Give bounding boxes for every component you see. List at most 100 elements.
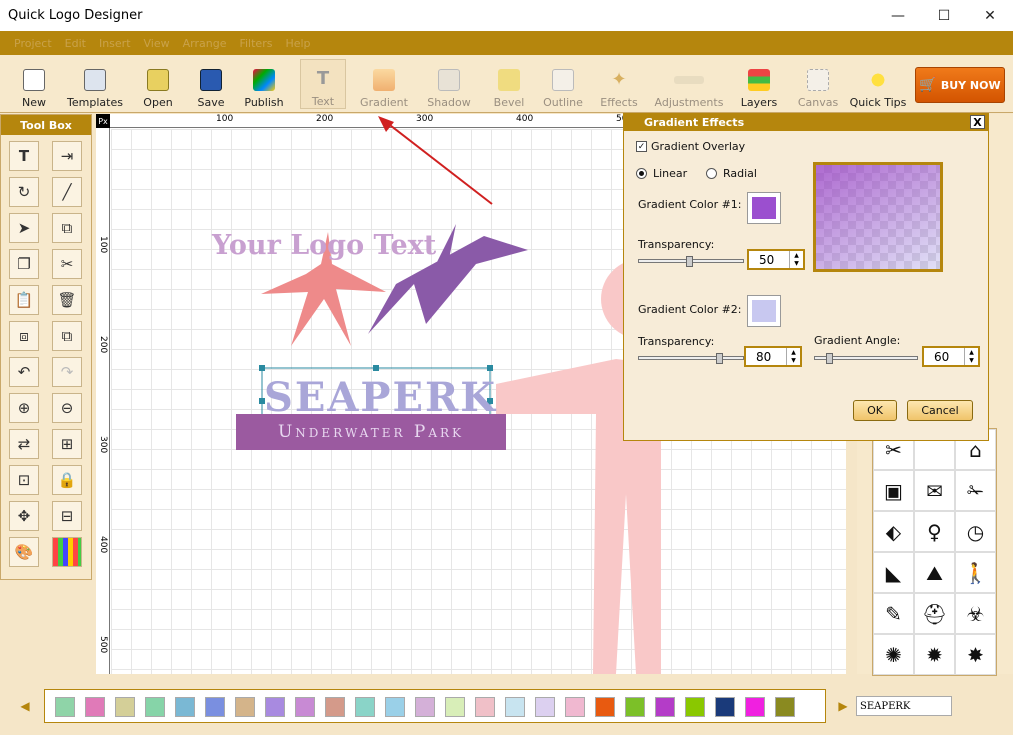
transparency1-input[interactable]: 50 ▲▼ [747,249,805,270]
slider-thumb[interactable] [826,353,833,364]
pencil-icon[interactable]: ✎ [873,593,914,634]
color-swatch[interactable] [415,697,435,717]
color-swatch[interactable] [475,697,495,717]
palette-prev-icon[interactable]: ◀ [18,698,32,714]
menu-help[interactable]: Help [285,37,310,50]
color-swatch[interactable] [295,697,315,717]
color-swatch[interactable] [715,697,735,717]
gradient-overlay-checkbox[interactable]: ✓ [636,141,647,152]
radial-option[interactable]: Radial [706,167,757,180]
menu-filters[interactable]: Filters [239,37,272,50]
bevel-button[interactable]: Bevel [490,59,528,109]
gradient-button[interactable]: Gradient [358,59,410,109]
effects-button[interactable]: ✦ Effects [598,59,640,109]
import-tool-icon[interactable]: ⇥ [52,141,82,171]
color-swatch[interactable] [595,697,615,717]
flip-tool-icon[interactable]: ⇄ [9,429,39,459]
starburst-icon[interactable]: ✹ [914,634,955,675]
tools-icon[interactable]: ✁ [955,470,996,511]
transparency2-slider[interactable] [638,351,744,365]
spin-down-icon[interactable]: ▼ [791,357,796,364]
angle-input[interactable]: 60 ▲▼ [922,346,980,367]
paint-tool-icon[interactable]: 🎨 [9,537,39,567]
linear-radio[interactable] [636,168,647,179]
color-swatch[interactable] [745,697,765,717]
spin-down-icon[interactable]: ▼ [969,357,974,364]
color1-swatch[interactable] [747,192,781,224]
transform-tool-icon[interactable]: ✥ [9,501,39,531]
walking-man-icon[interactable]: 🚶 [955,552,996,593]
save-button[interactable]: Save [195,59,227,109]
color-swatch[interactable] [55,697,75,717]
main-text[interactable]: SEAPERK [264,378,497,418]
close-button[interactable]: ✕ [967,0,1013,31]
arrange-tool-icon[interactable]: ⧉ [52,213,82,243]
spin-up-icon[interactable]: ▲ [791,349,796,356]
color-swatch[interactable] [85,697,105,717]
color-swatch[interactable] [505,697,525,717]
radial-radio[interactable] [706,168,717,179]
color-swatch[interactable] [175,697,195,717]
zoom-out-tool-icon[interactable]: ⊖ [52,393,82,423]
color-swatch[interactable] [325,697,345,717]
cancel-button[interactable]: Cancel [907,400,973,421]
lock-tool-icon[interactable]: 🔒 [52,465,82,495]
slider-thumb[interactable] [716,353,723,364]
quick-tips-button[interactable]: Quick Tips [848,59,908,109]
undo-tool-icon[interactable]: ↶ [9,357,39,387]
align-tool-icon[interactable]: ⊞ [52,429,82,459]
layers-button[interactable]: Layers [740,59,778,109]
text-tool-icon[interactable]: T [9,141,39,171]
menu-edit[interactable]: Edit [65,37,86,50]
bring-front-tool-icon[interactable]: ⧈ [9,321,39,351]
color-swatch[interactable] [535,697,555,717]
mountain-icon[interactable]: ⛰ [914,552,955,593]
color-grid-tool-icon[interactable] [52,537,82,567]
copy-tool-icon[interactable]: ❐ [9,249,39,279]
redo-tool-icon[interactable]: ↷ [52,357,82,387]
color-swatch[interactable] [115,697,135,717]
spin-down-icon[interactable]: ▼ [794,260,799,267]
color-swatch[interactable] [445,697,465,717]
color-swatch[interactable] [625,697,645,717]
angle-slider[interactable] [814,351,918,365]
slider-thumb[interactable] [686,256,693,267]
landscape-icon[interactable]: ◣ [873,552,914,593]
starburst-icon[interactable]: ✺ [873,634,914,675]
picture-frame-icon[interactable]: ▣ [873,470,914,511]
delete-tool-icon[interactable]: 🗑 [52,285,82,315]
menu-insert[interactable]: Insert [99,37,131,50]
color2-swatch[interactable] [747,295,781,327]
font-preview-box[interactable]: SEAPERK [856,696,952,716]
templates-button[interactable]: Templates [64,59,126,109]
canvas-button[interactable]: Canvas [796,59,840,109]
palette-next-icon[interactable]: ▶ [836,698,850,714]
adjustments-button[interactable]: Adjustments [654,59,724,109]
woman-icon[interactable]: ♀ [914,511,955,552]
distribute-tool-icon[interactable]: ⊟ [52,501,82,531]
spin-up-icon[interactable]: ▲ [794,252,799,259]
spin-up-icon[interactable]: ▲ [969,349,974,356]
transparency2-input[interactable]: 80 ▲▼ [744,346,802,367]
color-swatch[interactable] [355,697,375,717]
paste-tool-icon[interactable]: 📋 [9,285,39,315]
color-swatch[interactable] [205,697,225,717]
new-button[interactable]: New [18,59,50,109]
ok-button[interactable]: OK [853,400,897,421]
dialog-close-button[interactable]: X [970,115,985,129]
ticket-icon[interactable]: ⬖ [873,511,914,552]
transparency1-slider[interactable] [638,254,744,268]
color-swatch[interactable] [775,697,795,717]
color-swatch[interactable] [265,697,285,717]
text-button[interactable]: T Text [300,59,346,109]
pointer-tool-icon[interactable]: ➤ [9,213,39,243]
menu-arrange[interactable]: Arrange [183,37,227,50]
color-swatch[interactable] [655,697,675,717]
linear-option[interactable]: Linear [636,167,687,180]
color-swatch[interactable] [145,697,165,717]
minimize-button[interactable]: — [875,0,921,31]
color-swatch[interactable] [565,697,585,717]
biohazard-icon[interactable]: ☣ [955,593,996,634]
cut-tool-icon[interactable]: ✂ [52,249,82,279]
maximize-button[interactable]: ☐ [921,0,967,31]
